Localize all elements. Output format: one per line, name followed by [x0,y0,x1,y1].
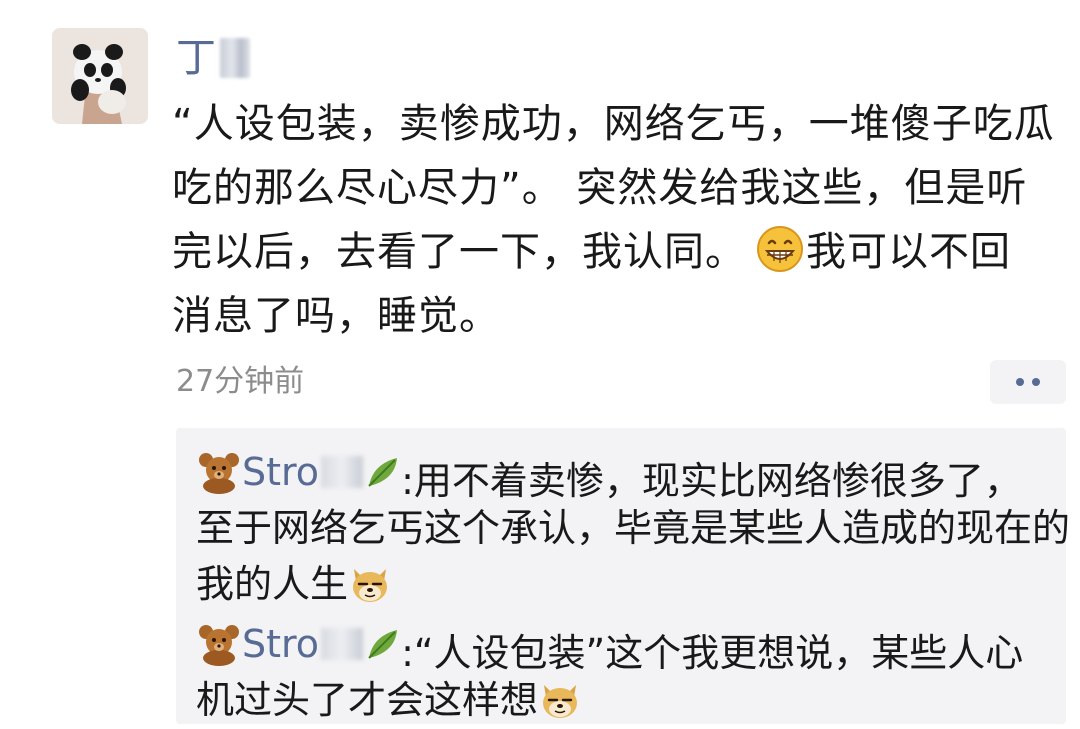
leaf-icon [365,454,401,490]
post-timestamp: 27分钟前 [176,364,305,399]
doge-icon [348,561,392,605]
avatar[interactable] [52,28,148,124]
comment-text: 我的人生 [196,562,349,606]
comment-separator: : [401,631,414,675]
comment-text: “人设包装”这个我更想说，某些人心 [413,631,1024,675]
post-line-text: 完以后，去看了一下，我认同。 [172,229,746,275]
post-line: 消息了吗，睡觉。 [172,293,500,339]
name-mosaic [321,456,364,488]
comment-author[interactable]: Stro [196,616,401,672]
comment-text: 用不着卖惨，现实比网络惨很多了， [413,459,1022,503]
bear-icon [196,450,242,494]
name-mosaic [220,38,250,78]
comment-author-name: Stro [242,622,320,666]
comment-line: 至于网络乞丐这个承认，毕竟是某些人造成的现在的 [196,506,1071,550]
comment-line: Stro :用不着卖惨，现实比网络惨很多了， [196,444,1056,503]
comment-item[interactable]: Stro :用不着卖惨，现实比网络惨很多了， 至于网络乞丐这个承认，毕竟是某些人… [196,444,1071,612]
comment-separator: : [401,459,414,503]
comment-text: 机过头了才会这样想 [196,678,539,722]
post-line: “人设包装，卖惨成功，网络乞丐，一堆傻子吃瓜 [172,101,1055,147]
post-content: “人设包装，卖惨成功，网络乞丐，一堆傻子吃瓜 吃的那么尽心尽力”。 突然发给我这… [172,92,1055,348]
comment-line: Stro :“人设包装”这个我更想说，某些人心 [196,616,1056,675]
post-line: 完以后，去看了一下，我认同。 我可以不回 [172,220,1052,284]
comment-item[interactable]: Stro :“人设包装”这个我更想说，某些人心 机过头了才会这样想 [196,616,1056,728]
comment-line: 我的人生 [196,556,1056,612]
post-author[interactable]: 丁 [176,30,250,86]
moments-post: 丁 “人设包装，卖惨成功，网络乞丐，一堆傻子吃瓜 吃的那么尽心尽力”。 突然发给… [0,0,1080,729]
more-dot-icon [1016,378,1024,386]
panda-avatar-icon [52,28,148,124]
bear-icon [196,622,242,666]
doge-icon [538,677,582,721]
grin-emoji-icon [756,225,804,273]
name-mosaic [321,628,364,660]
comment-author-name: Stro [242,450,320,494]
post-line-text: 我可以不回 [806,229,1011,275]
comments-panel: Stro :用不着卖惨，现实比网络惨很多了， 至于网络乞丐这个承认，毕竟是某些人… [176,428,1071,724]
more-dot-icon [1032,378,1040,386]
leaf-icon [365,626,401,662]
comment-line: 机过头了才会这样想 [196,672,1056,728]
comment-author[interactable]: Stro [196,444,401,500]
post-author-name: 丁 [176,35,216,81]
more-actions-button[interactable] [990,360,1066,404]
post-line: 吃的那么尽心尽力”。 突然发给我这些，但是听 [172,165,1028,211]
